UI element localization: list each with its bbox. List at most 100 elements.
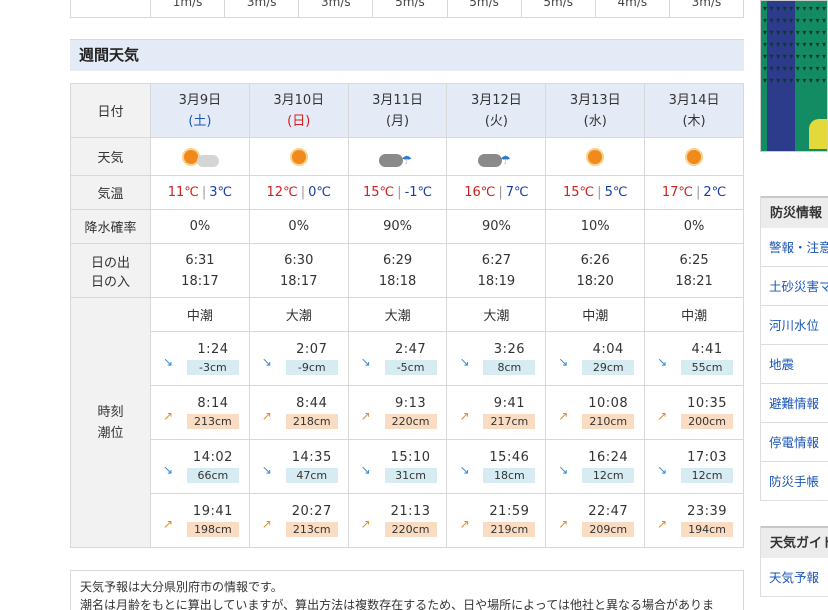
- section-title: 週間天気: [70, 39, 744, 71]
- tide-time: 16:24: [588, 450, 629, 465]
- sunrise-time: 6:31: [185, 252, 215, 268]
- tide-values: 1:24 -3cm: [185, 342, 249, 375]
- sun-shape: [585, 147, 605, 167]
- tide-entry: ↘ 14:02 66cm: [151, 440, 249, 493]
- tide-level-badge: 55cm: [681, 360, 734, 375]
- date-label-text: 日付: [97, 105, 124, 120]
- temp-low: 2℃: [703, 185, 727, 200]
- tide-entry: ↘ 3:26 8cm: [447, 332, 545, 385]
- tide-values: 15:10 31cm: [383, 450, 447, 483]
- tide-cell: ↗ 20:27 213cm: [248, 493, 349, 548]
- tide-level-badge: 29cm: [582, 360, 635, 375]
- tide-time: 3:26: [493, 342, 525, 357]
- tide-cell: ↗ 10:35 200cm: [644, 385, 744, 440]
- tide-entry: ↗ 19:41 198cm: [151, 494, 249, 547]
- tide-type-cell: 中潮: [545, 297, 646, 332]
- wind-speed-cell: 1m/s: [151, 0, 226, 17]
- cloud-shape: [379, 153, 404, 167]
- tide-time: 1:24: [197, 342, 229, 357]
- temp-separator: |: [201, 185, 207, 200]
- precip-value: 0%: [683, 219, 705, 234]
- tide-entry: ↗ 10:35 200cm: [645, 386, 743, 439]
- sun-times-cell: 6:30 18:17: [248, 243, 349, 298]
- weather-row: 天気 ☂ ☂: [70, 137, 744, 176]
- tide-time: 21:59: [489, 504, 530, 519]
- tide-level-badge: 8cm: [483, 360, 536, 375]
- date-text: 3月9日: [178, 92, 222, 108]
- tide-label: 時刻 潮位: [70, 297, 151, 548]
- sidebar-link[interactable]: 天気予報: [761, 558, 828, 597]
- tide-values: 14:35 47cm: [284, 450, 348, 483]
- tide-type-row: 時刻 潮位 中潮 大潮 大潮 大潮 中潮 中潮: [70, 297, 744, 548]
- note-line: 天気予報は大分県別府市の情報です。: [80, 580, 283, 594]
- tide-time: 22:47: [588, 504, 629, 519]
- weather-cell: [248, 137, 349, 176]
- weather-cell: [545, 137, 646, 176]
- tide-level-badge: 194cm: [681, 522, 734, 537]
- sidebar-link[interactable]: 河川水位: [761, 306, 828, 345]
- tide-falling-icon: ↘: [162, 354, 174, 369]
- tide-entry: ↗ 8:44 218cm: [250, 386, 348, 439]
- tide-row: ↘ 14:02 66cm ↘ 14:35 47cm ↘ 15:10 31cm ↘ 15:46 18cm…: [71, 439, 744, 494]
- date-label: 日付: [70, 83, 151, 138]
- tide-cell: ↘ 2:47 -5cm: [347, 331, 448, 386]
- wind-speed-cell: 5m/s: [373, 0, 448, 17]
- tide-entry: ↘ 4:04 29cm: [546, 332, 644, 385]
- tide-values: 22:47 209cm: [580, 504, 644, 537]
- wind-speed-cell: 3m/s: [691, 0, 722, 9]
- disaster-info-heading: 防災情報: [761, 196, 828, 228]
- tide-cell: ↘ 15:46 18cm: [446, 439, 547, 494]
- weather-guide-panel: 天気ガイド 天気予報: [760, 526, 828, 597]
- sidebar-link[interactable]: 土砂災害マップ: [761, 267, 828, 306]
- tide-values: 17:03 12cm: [679, 450, 743, 483]
- sunrise-time: 6:29: [382, 252, 413, 268]
- sun-cloud-icon: [181, 143, 219, 167]
- temp-separator: |: [300, 185, 306, 200]
- sunset-time: 18:20: [576, 273, 614, 289]
- sidebar-link[interactable]: 停電情報: [761, 423, 828, 462]
- tide-entry: ↘ 15:46 18cm: [447, 440, 545, 493]
- temperature-cell: 15℃ | -1℃: [347, 175, 448, 210]
- tide-entry: ↗ 22:47 209cm: [546, 494, 644, 547]
- tide-rising-icon: ↗: [360, 408, 371, 423]
- weather-cell: [644, 137, 744, 176]
- tide-rising-icon: ↗: [459, 408, 470, 423]
- note-line: 潮名は月齢をもとに算出していますが、算出方法は複数存在するため、日や場所によって…: [80, 598, 714, 610]
- precip-prob-cell: 10%: [545, 209, 646, 244]
- weather-map-thumbnail[interactable]: ▾ ▾ ▾ ▾ ▾ ▾ ▾ ▾ ▾ ▾ ▾ ▾ ▾ ▾ ▾ ▾ ▾ ▾ ▾ ▾ …: [760, 0, 828, 152]
- weather-cell: ☂: [347, 137, 448, 176]
- sun-times-cell: 6:25 18:21: [644, 243, 744, 298]
- sunrise-time: 6:26: [580, 252, 610, 268]
- tide-level-badge: 217cm: [483, 414, 536, 429]
- tide-values: 8:14 213cm: [185, 396, 249, 429]
- tide-entry: ↗ 20:27 213cm: [250, 494, 348, 547]
- sidebar-link[interactable]: 避難情報: [761, 384, 828, 423]
- tide-level-badge: 12cm: [582, 468, 635, 483]
- sidebar-link[interactable]: 防災手帳: [761, 462, 828, 501]
- tide-rising-icon: ↗: [360, 516, 371, 531]
- sunset-time: 18:19: [477, 273, 516, 289]
- temp-low: 3℃: [209, 185, 233, 200]
- temperature-cell: 15℃ | 5℃: [545, 175, 646, 210]
- tide-level-badge: 31cm: [384, 468, 437, 483]
- tide-time: 19:41: [192, 504, 233, 519]
- disaster-info-panel: 防災情報 警報・注意報土砂災害マップ河川水位地震避難情報停電情報防災手帳: [760, 196, 828, 501]
- wind-speed-cell: 4m/s: [596, 0, 670, 17]
- tide-time: 15:46: [489, 450, 530, 465]
- tide-entry: ↘ 1:24 -3cm: [151, 332, 249, 385]
- tide-time: 2:07: [296, 342, 328, 357]
- sun-times-cell: 6:26 18:20: [545, 243, 646, 298]
- day-of-week: (土): [188, 113, 212, 129]
- tide-rising-icon: ↗: [162, 408, 174, 423]
- date-text: 3月13日: [569, 92, 621, 108]
- sidebar-link[interactable]: 地震: [761, 345, 828, 384]
- tide-entry: ↗ 10:08 210cm: [546, 386, 644, 439]
- tide-cell: ↘ 2:07 -9cm: [248, 331, 349, 386]
- tide-rising-icon: ↗: [261, 516, 272, 531]
- tide-values: 20:27 213cm: [284, 504, 348, 537]
- tide-values: 19:41 198cm: [185, 504, 249, 537]
- sidebar-link[interactable]: 警報・注意報: [761, 228, 828, 267]
- tide-cell: ↘ 4:04 29cm: [545, 331, 646, 386]
- tide-values: 4:04 29cm: [580, 342, 644, 375]
- cloud-shape: [196, 154, 219, 167]
